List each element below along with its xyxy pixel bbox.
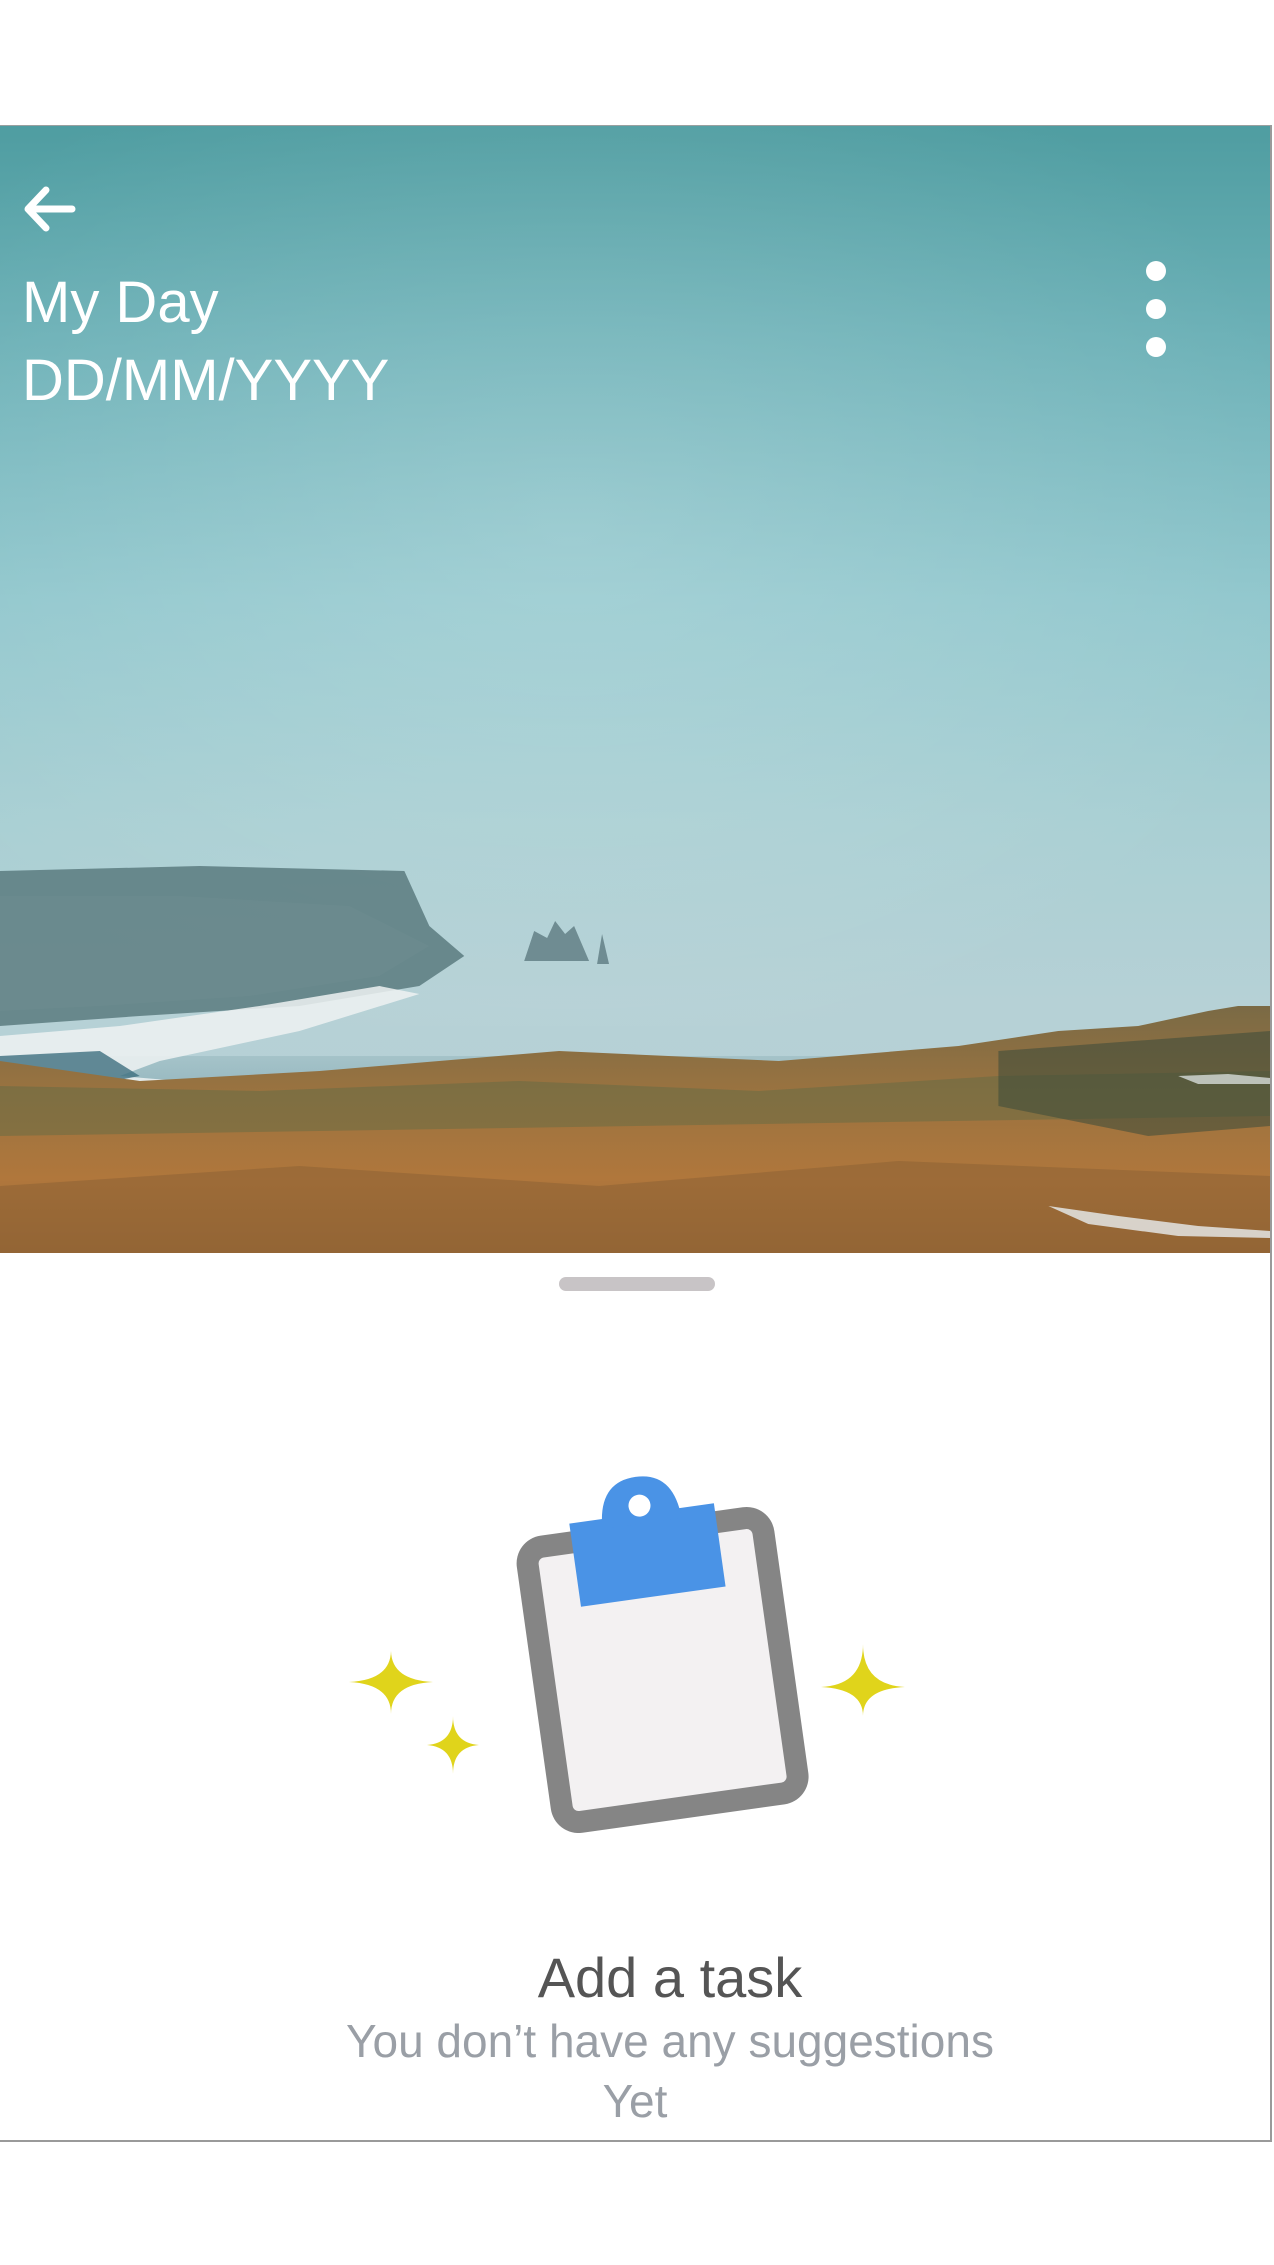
sparkle-icon <box>821 1644 905 1716</box>
page-date: DD/MM/YYYY <box>22 348 390 413</box>
empty-state-title[interactable]: Add a task <box>0 1943 1270 2013</box>
dot <box>1146 299 1166 319</box>
drag-handle[interactable] <box>559 1277 715 1291</box>
sparkle-icon <box>349 1650 433 1714</box>
more-options-button[interactable] <box>1126 259 1186 359</box>
page-title: My Day <box>22 270 219 335</box>
clipboard-icon <box>516 1476 809 1833</box>
back-button[interactable] <box>16 176 82 242</box>
empty-state-illustration <box>349 1476 905 1833</box>
dot <box>1146 337 1166 357</box>
bottom-sheet: Add a task You don’t have any suggestion… <box>0 1253 1270 2140</box>
empty-state-subtitle: You don’t have any suggestions <box>346 2015 994 2067</box>
header-background-image: My Day DD/MM/YYYY <box>0 126 1270 1253</box>
empty-state-subtitle-continued: Yet <box>602 2075 668 2127</box>
dot <box>1146 261 1166 281</box>
phone-frame: My Day DD/MM/YYYY Add a task You don’t h… <box>0 125 1272 2142</box>
sparkle-icon <box>427 1716 479 1774</box>
arrow-left-icon <box>24 186 76 232</box>
